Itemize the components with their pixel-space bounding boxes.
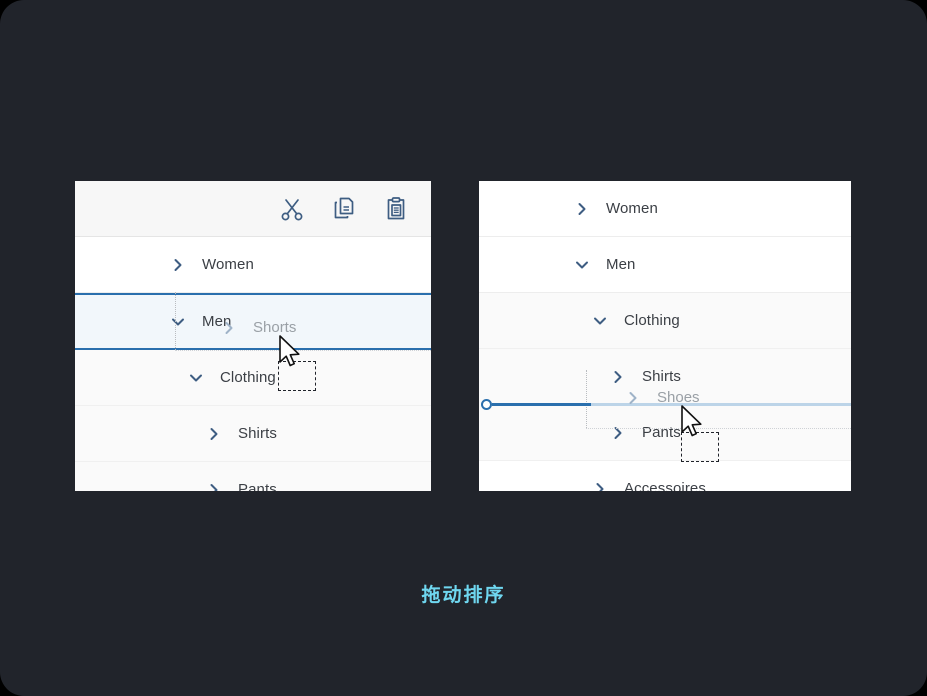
chevron-right-icon[interactable]: [611, 426, 625, 440]
tree-row-clothing[interactable]: Clothing: [75, 350, 431, 406]
right-tree: Women Men Clothing Shirts Pants Accessoi…: [479, 181, 851, 491]
tree-row-clothing[interactable]: Clothing: [479, 293, 851, 349]
tree-row-label: Men: [202, 313, 232, 330]
page-caption: 拖动排序: [421, 585, 506, 606]
tree-row-label: Women: [202, 256, 254, 273]
tree-row-women[interactable]: Women: [479, 181, 851, 237]
cut-icon[interactable]: [275, 192, 309, 226]
clipboard-toolbar: [75, 181, 431, 237]
tree-row-shirts[interactable]: Shirts: [479, 349, 851, 405]
left-tree-panel: Women Men Clothing Shirts Pants Shorts: [75, 181, 431, 491]
chevron-right-icon[interactable]: [575, 202, 589, 216]
tree-row-label: Clothing: [220, 369, 276, 386]
tree-row-label: Pants: [238, 481, 277, 491]
tree-row-label: Shirts: [238, 425, 277, 442]
tree-row-label: Men: [606, 256, 636, 273]
right-tree-panel: Women Men Clothing Shirts Pants Accessoi…: [479, 181, 851, 491]
chevron-right-icon[interactable]: [593, 482, 607, 491]
tree-row-label: Pants: [642, 424, 681, 441]
tree-row-label: Shirts: [642, 368, 681, 385]
left-tree: Women Men Clothing Shirts Pants: [75, 237, 431, 491]
chevron-right-icon[interactable]: [207, 427, 221, 441]
chevron-right-icon[interactable]: [611, 370, 625, 384]
tree-row-pants[interactable]: Pants: [479, 405, 851, 461]
paste-icon[interactable]: [379, 192, 413, 226]
chevron-down-icon[interactable]: [575, 258, 589, 272]
tree-row-men[interactable]: Men: [75, 293, 431, 350]
tree-row-shirts[interactable]: Shirts: [75, 406, 431, 462]
tree-row-men[interactable]: Men: [479, 237, 851, 293]
tree-row-label: Accessoires: [624, 480, 706, 491]
tree-row-label: Clothing: [624, 312, 680, 329]
chevron-down-icon[interactable]: [189, 371, 203, 385]
chevron-right-icon[interactable]: [207, 483, 221, 491]
chevron-right-icon[interactable]: [171, 258, 185, 272]
tree-row-pants[interactable]: Pants: [75, 462, 431, 491]
chevron-down-icon[interactable]: [171, 315, 185, 329]
chevron-down-icon[interactable]: [593, 314, 607, 328]
tree-row-label: Women: [606, 200, 658, 217]
copy-icon[interactable]: [327, 192, 361, 226]
tree-row-accessoires[interactable]: Accessoires: [479, 461, 851, 491]
tree-row-women[interactable]: Women: [75, 237, 431, 293]
screenshot-canvas: Women Men Clothing Shirts Pants Shorts W…: [0, 0, 927, 696]
